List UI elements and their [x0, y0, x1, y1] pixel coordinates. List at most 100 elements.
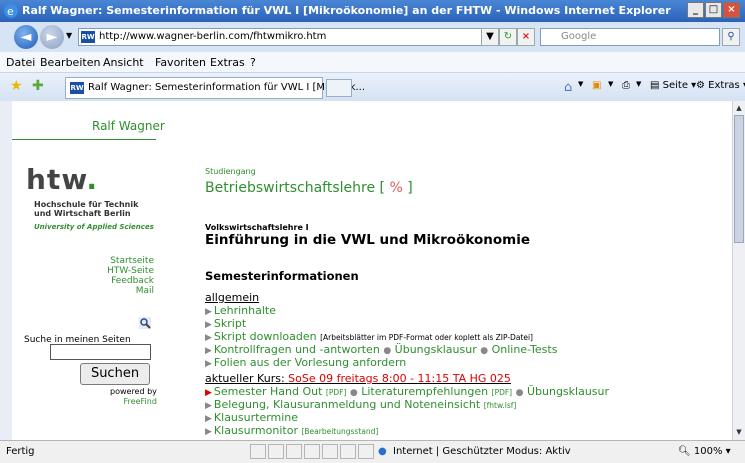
title-bar: e Ralf Wagner: Semesterinformation für V… — [0, 0, 745, 22]
search-input[interactable]: Google — [540, 28, 720, 46]
svg-text:e: e — [7, 5, 14, 18]
scroll-up-icon[interactable]: ▲ — [734, 102, 744, 114]
site-search-input[interactable] — [50, 344, 151, 360]
list-item-skript[interactable]: ▶ Skript — [205, 317, 246, 330]
url-text: http://www.wagner-berlin.com/fhtwmikro.h… — [99, 31, 327, 42]
new-tab-button[interactable] — [326, 79, 352, 97]
literatur-link[interactable]: Literaturempfehlungen — [361, 385, 488, 398]
arrow-icon: ▶ — [205, 307, 212, 317]
arrow-icon: ▶ — [205, 320, 212, 330]
htw-name: Hochschule für Technik und Wirtschaft Be… — [34, 200, 138, 218]
hand-out-link[interactable]: Semester Hand Out — [214, 385, 322, 398]
arrow-icon: ▶ — [205, 333, 212, 343]
bracket-close: ] — [407, 180, 413, 196]
klausurmonitor-link[interactable]: Klausurmonitor — [214, 424, 298, 437]
arrow-icon: ▶ — [205, 346, 212, 356]
stop-button[interactable]: × — [517, 28, 535, 46]
maximize-button[interactable]: □ — [705, 2, 722, 18]
list-item-kontrollfragen[interactable]: ▶ Kontrollfragen und -antworten ● Übungsk… — [205, 343, 557, 356]
history-dropdown-icon[interactable]: ▼ — [66, 31, 72, 40]
arrow-icon: ▶ — [205, 359, 212, 369]
hand-out-pdf-tag: [PDF] — [325, 388, 347, 397]
online-tests-link[interactable]: Online-Tests — [492, 343, 558, 356]
sidebar-link-htw-seite[interactable]: HTW-Seite — [107, 266, 154, 276]
favorites-star-icon[interactable]: ★ — [10, 78, 23, 94]
vertical-scrollbar[interactable]: ▲ ▼ — [732, 101, 745, 440]
site-name[interactable]: Ralf Wagner — [92, 119, 165, 133]
klausurtermine-link[interactable]: Klausurtermine — [214, 411, 298, 424]
lehrinhalte-link[interactable]: Lehrinhalte — [214, 304, 276, 317]
freefind-link[interactable]: FreeFind — [110, 397, 157, 407]
list-item-folien[interactable]: ▶ Folien aus der Vorlesung anfordern — [205, 356, 406, 369]
close-window-button[interactable]: × — [723, 2, 740, 18]
bullet-icon: ● — [480, 346, 489, 356]
skript-download-link[interactable]: Skript downloaden — [214, 330, 317, 343]
bullet-icon: ● — [515, 388, 524, 398]
htw-name-line2: und Wirtschaft Berlin — [34, 209, 131, 218]
tab-bar: ★ ✚ RW Ralf Wagner: Semesterinformation … — [0, 73, 745, 102]
extras-menu-label: Extras — [708, 80, 740, 91]
list-item-lehrinhalte[interactable]: ▶ Lehrinhalte — [205, 304, 276, 317]
list-item-belegung[interactable]: ▶ Belegung, Klausuranmeldung und Notenein… — [205, 398, 516, 411]
zoom-control[interactable]: 🔍︎ 100% ▾ — [678, 446, 731, 457]
url-field[interactable]: RW http://www.wagner-berlin.com/fhtwmikr… — [78, 28, 486, 46]
print-icon[interactable]: ⎙ — [622, 80, 630, 91]
scroll-down-icon[interactable]: ▼ — [734, 426, 744, 438]
list-item-klausurtermine[interactable]: ▶ Klausurtermine — [205, 411, 298, 424]
forward-button[interactable]: ► — [40, 25, 64, 49]
percent-icon[interactable]: % — [389, 180, 402, 196]
bracket-open: [ — [379, 180, 385, 196]
content-left-edge — [0, 101, 12, 440]
menu-bearbeiten[interactable]: Bearbeiten — [40, 56, 100, 69]
list-item-hand-out[interactable]: ▶ Semester Hand Out [PDF] ● Literaturempf… — [205, 385, 609, 398]
scroll-thumb[interactable] — [734, 115, 744, 243]
url-dropdown-button[interactable]: ▼ — [481, 28, 499, 46]
folien-link[interactable]: Folien aus der Vorlesung anfordern — [214, 356, 406, 369]
htw-logo-text: htw — [26, 163, 87, 196]
page-menu-button[interactable]: ▤ Seite ▾ — [650, 80, 696, 91]
menu-datei[interactable]: Datei — [6, 56, 35, 69]
menu-ansicht[interactable]: Ansicht — [103, 56, 144, 69]
htw-name-line1: Hochschule für Technik — [34, 200, 139, 209]
feeds-icon[interactable]: ▣ — [592, 80, 601, 91]
zoom-icon: 🔍︎ — [678, 446, 691, 457]
browser-tab[interactable]: RW Ralf Wagner: Semesterinformation für … — [65, 77, 365, 99]
status-segment — [286, 444, 302, 459]
sidebar-link-startseite[interactable]: Startseite — [110, 256, 154, 266]
allgemein-heading: allgemein — [205, 291, 260, 304]
page-content: Ralf Wagner htw. Hochschule für Technik … — [12, 101, 732, 440]
htw-logo[interactable]: htw. — [26, 163, 98, 196]
security-zone[interactable]: Internet | Geschützter Modus: Aktiv — [393, 446, 571, 457]
sidebar-link-mail[interactable]: Mail — [136, 286, 154, 296]
menu-favoriten[interactable]: Favoriten — [155, 56, 206, 69]
klausurmonitor-note: [Bearbeitungsstand] — [301, 427, 379, 436]
home-dropdown-icon[interactable]: ▼ — [578, 80, 583, 88]
aktueller-kurs-line: aktueller Kurs: SoSe 09 freitags 8:00 - … — [205, 372, 511, 385]
uebungsklausur-link[interactable]: Übungsklausur — [395, 343, 477, 356]
home-icon[interactable]: ⌂ — [564, 80, 572, 95]
extras-menu-button[interactable]: ⚙ Extras ▾ — [696, 80, 745, 91]
print-dropdown-icon[interactable]: ▼ — [636, 80, 641, 88]
powered-by-label: powered by — [110, 387, 157, 396]
menu-bar: Datei Bearbeiten Ansicht Favoriten Extra… — [0, 52, 745, 73]
kontrollfragen-link[interactable]: Kontrollfragen und -antworten — [214, 343, 380, 356]
uebungsklausur2-link[interactable]: Übungsklausur — [527, 385, 609, 398]
back-button[interactable]: ◄ — [14, 25, 38, 49]
studiengang-name[interactable]: Betriebswirtschaftslehre — [205, 180, 375, 196]
list-item-skript-download[interactable]: ▶ Skript downloaden [Arbeitsblätter im PD… — [205, 330, 533, 343]
minimize-button[interactable]: _ — [687, 2, 704, 18]
sidebar-link-feedback[interactable]: Feedback — [111, 276, 154, 286]
menu-help[interactable]: ? — [250, 56, 256, 69]
belegung-note: [fhtw.lsf] — [483, 401, 517, 410]
refresh-button[interactable]: ↻ — [499, 28, 517, 46]
menu-extras[interactable]: Extras — [210, 56, 245, 69]
add-favorite-icon[interactable]: ✚ — [32, 78, 44, 94]
status-segment — [322, 444, 338, 459]
feeds-dropdown-icon[interactable]: ▼ — [608, 80, 613, 88]
site-search-button[interactable]: Suchen — [80, 363, 150, 385]
belegung-link[interactable]: Belegung, Klausuranmeldung und Noteneins… — [214, 398, 480, 411]
skript-link[interactable]: Skript — [214, 317, 246, 330]
magnifier-icon — [139, 317, 151, 329]
search-button[interactable]: ⚲ — [722, 28, 740, 46]
list-item-klausurmonitor[interactable]: ▶ Klausurmonitor [Bearbeitungsstand] — [205, 424, 378, 437]
